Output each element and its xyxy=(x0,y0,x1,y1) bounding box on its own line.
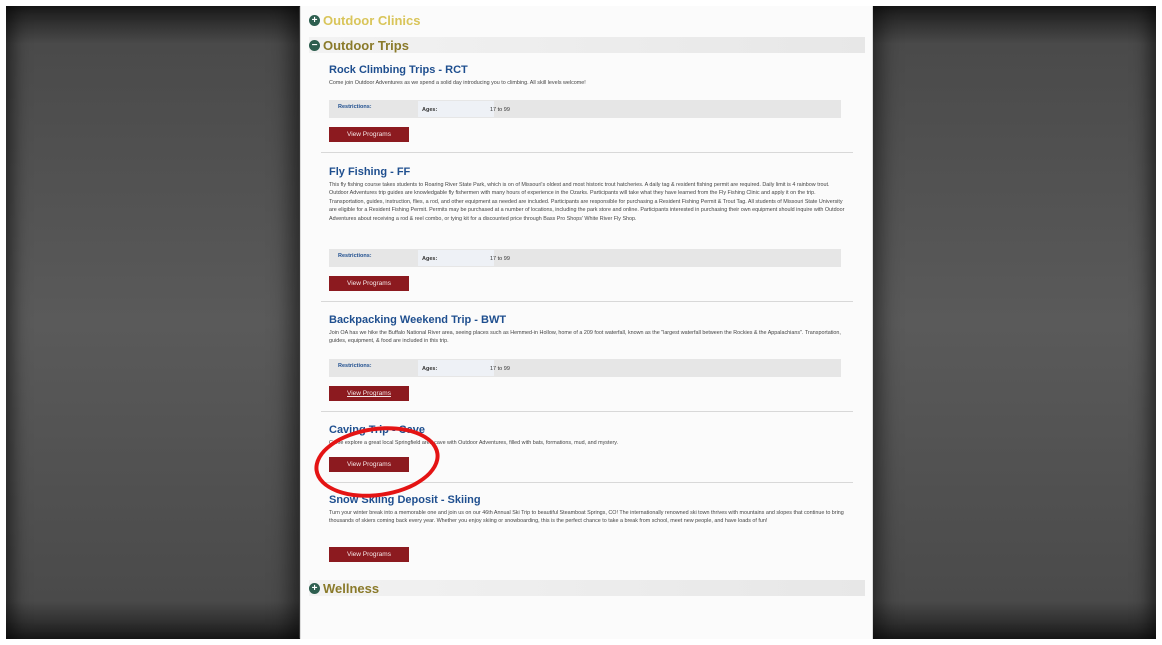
view-programs-button[interactable]: View Programs xyxy=(329,127,409,142)
section-wellness[interactable]: + Wellness xyxy=(309,580,865,596)
program-snow-skiing: Snow Skiing Deposit - Skiing Turn your w… xyxy=(329,494,849,526)
section-title[interactable]: Wellness xyxy=(323,581,379,596)
divider xyxy=(321,152,853,153)
expand-icon[interactable]: + xyxy=(309,14,320,26)
right-backdrop xyxy=(871,6,1156,639)
ages-label: Ages: xyxy=(422,107,438,113)
screenshot-frame: + Outdoor Clinics − Outdoor Trips Rock C… xyxy=(6,6,1156,639)
restrictions-row: Restrictions: Ages: 17 to 99 xyxy=(329,100,841,118)
ages-label: Ages: xyxy=(422,366,438,372)
restrictions-row: Restrictions: Ages: 17 to 99 xyxy=(329,249,841,267)
ages-value: 17 to 99 xyxy=(490,366,510,372)
section-outdoor-clinics[interactable]: + Outdoor Clinics xyxy=(309,12,865,28)
view-programs-button[interactable]: View Programs xyxy=(329,547,409,562)
program-title[interactable]: Backpacking Weekend Trip - BWT xyxy=(329,314,849,326)
program-description: Turn your winter break into a memorable … xyxy=(329,510,844,525)
restrictions-row: Restrictions: Ages: 17 to 99 xyxy=(329,359,841,377)
ages-value: 17 to 99 xyxy=(490,256,510,262)
restrictions-label: Restrictions: xyxy=(338,363,372,369)
program-title[interactable]: Rock Climbing Trips - RCT xyxy=(329,64,849,76)
divider xyxy=(321,411,853,412)
program-description: Join OA has we hike the Buffalo National… xyxy=(329,330,841,345)
program-list-page: + Outdoor Clinics − Outdoor Trips Rock C… xyxy=(300,6,873,639)
program-description: Come join Outdoor Adventures as we spend… xyxy=(329,80,586,86)
left-backdrop xyxy=(6,6,299,639)
section-title[interactable]: Outdoor Clinics xyxy=(323,13,421,28)
expand-icon[interactable]: + xyxy=(309,582,320,594)
divider xyxy=(321,301,853,302)
section-title[interactable]: Outdoor Trips xyxy=(323,38,409,53)
ages-label: Ages: xyxy=(422,256,438,262)
program-fly-fishing: Fly Fishing - FF This fly fishing course… xyxy=(329,166,849,223)
ages-value: 17 to 99 xyxy=(490,107,510,113)
program-title[interactable]: Fly Fishing - FF xyxy=(329,166,849,178)
restrictions-label: Restrictions: xyxy=(338,253,372,259)
program-rock-climbing: Rock Climbing Trips - RCT Come join Outd… xyxy=(329,64,849,87)
program-backpacking: Backpacking Weekend Trip - BWT Join OA h… xyxy=(329,314,849,346)
restrictions-label: Restrictions: xyxy=(338,104,372,110)
program-description: This fly fishing course takes students t… xyxy=(329,182,845,222)
view-programs-button[interactable]: View Programs xyxy=(329,276,409,291)
collapse-icon[interactable]: − xyxy=(309,39,320,51)
section-outdoor-trips[interactable]: − Outdoor Trips xyxy=(309,37,865,53)
program-title[interactable]: Snow Skiing Deposit - Skiing xyxy=(329,494,849,506)
view-programs-button[interactable]: View Programs xyxy=(329,386,409,401)
